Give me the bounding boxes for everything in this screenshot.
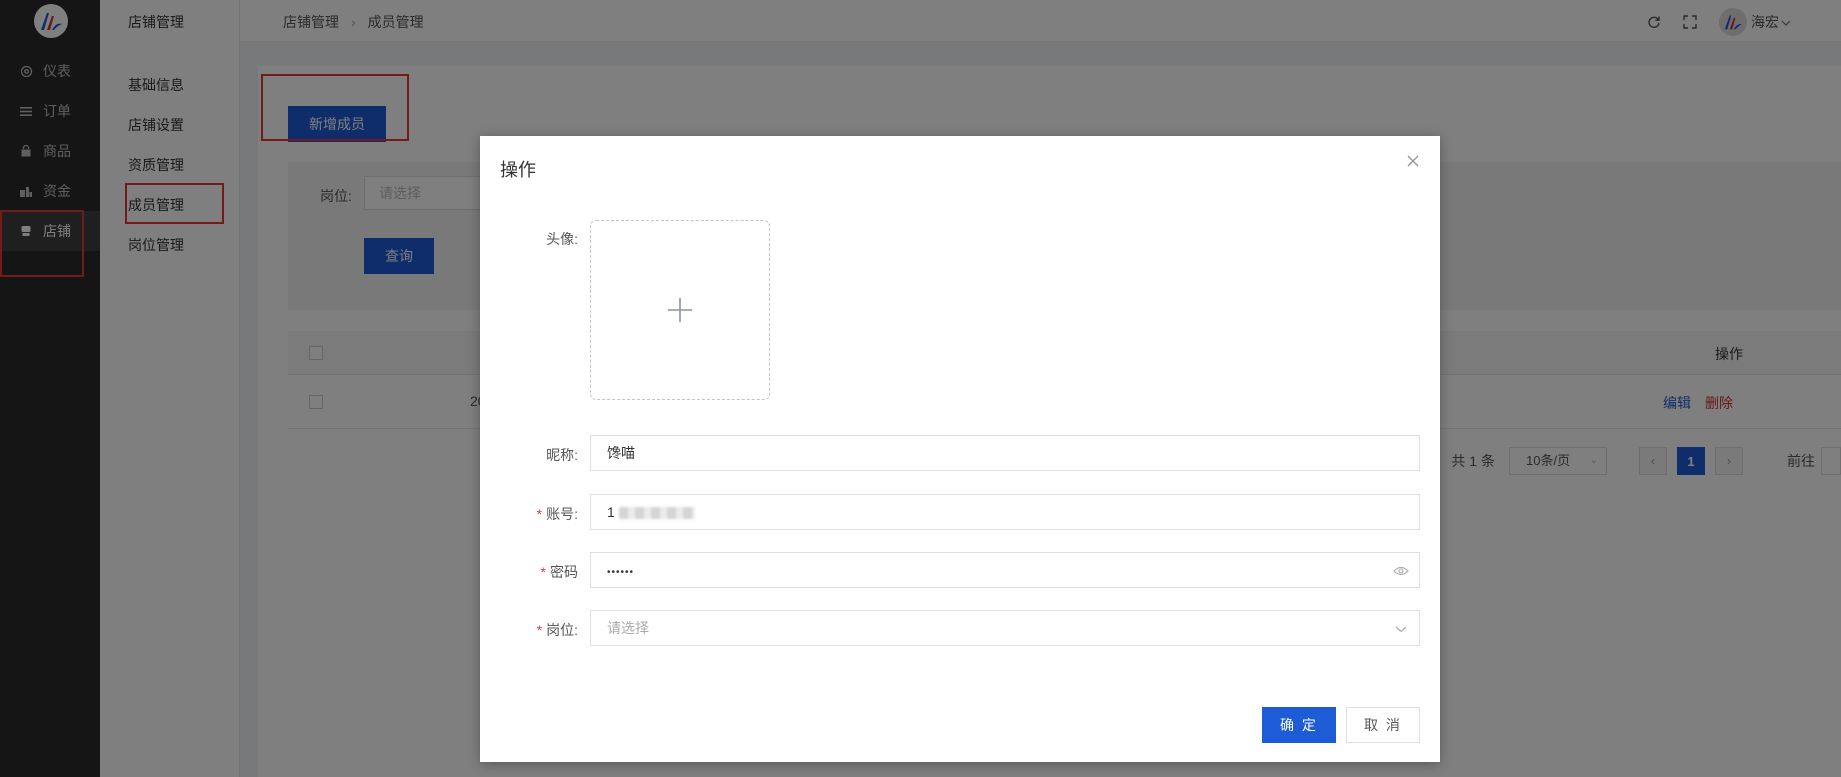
account-value: 1 (607, 504, 615, 520)
nickname-label: 昵称: (546, 447, 578, 463)
password-input[interactable]: •••••• (590, 552, 1420, 588)
chevron-down-icon (1393, 621, 1409, 637)
position-label: * 岗位: (536, 622, 578, 638)
account-label: * 账号: (536, 506, 578, 522)
position-label-text: 岗位: (546, 622, 578, 638)
password-label-text: 密码 (550, 564, 578, 580)
eye-icon[interactable] (1393, 563, 1409, 579)
account-input[interactable]: 1 (590, 494, 1420, 530)
member-dialog: 操作 头像: 昵称: 馋喵 * 账号: 1 * 密码 •••••• * 岗位: 请选择… (480, 136, 1440, 762)
avatar-uploader[interactable] (590, 220, 770, 400)
plus-icon (668, 298, 692, 322)
password-label: * 密码 (540, 564, 578, 580)
account-label-text: 账号: (546, 506, 578, 522)
redacted-blur (618, 507, 695, 520)
avatar-label: 头像: (546, 231, 578, 247)
password-value: •••••• (607, 567, 635, 578)
cancel-button[interactable]: 取 消 (1346, 707, 1420, 743)
position-select[interactable]: 请选择 (590, 610, 1420, 646)
nickname-input[interactable]: 馋喵 (590, 435, 1420, 471)
confirm-button[interactable]: 确 定 (1262, 707, 1336, 743)
dialog-title: 操作 (500, 160, 536, 180)
position-placeholder: 请选择 (607, 620, 649, 636)
close-icon[interactable] (1406, 154, 1422, 170)
